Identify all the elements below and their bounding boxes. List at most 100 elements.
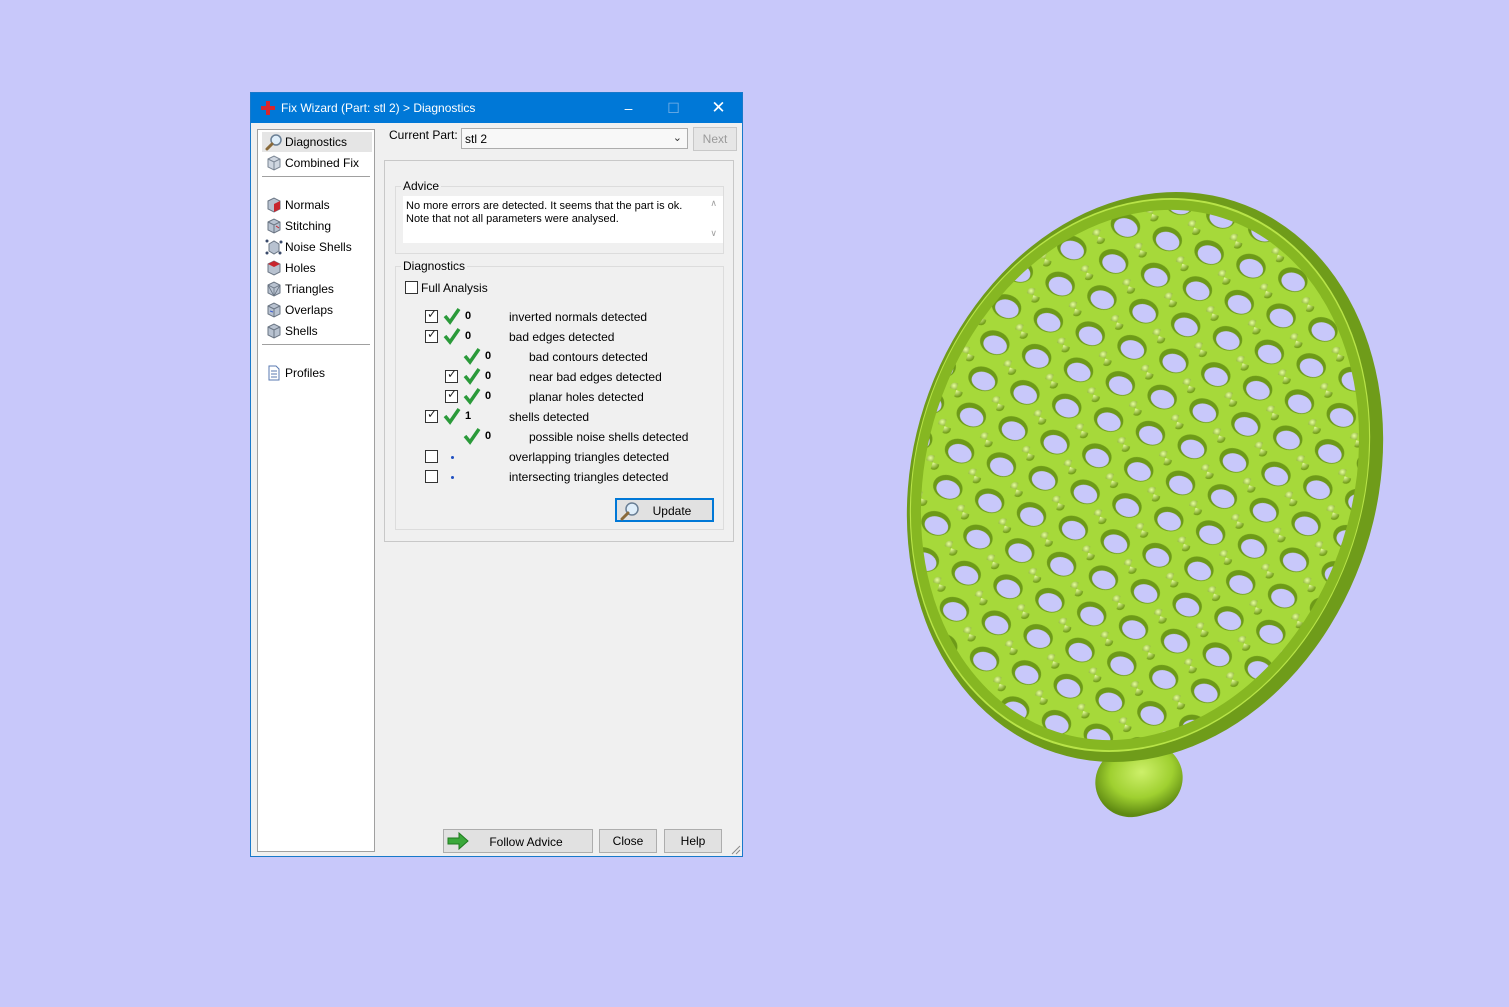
nav-label: Normals [285, 198, 330, 212]
nav-separator [262, 344, 370, 345]
resize-grip-icon[interactable] [731, 845, 741, 855]
current-part-value: stl 2 [465, 132, 488, 146]
overlapping-triangles-checkbox[interactable] [425, 450, 438, 463]
nav-item-diagnostics[interactable]: Diagnostics [262, 132, 372, 152]
green-check-icon [463, 428, 481, 445]
bad-contours-count: 0 [485, 350, 492, 362]
overlaps-cube-icon [267, 302, 281, 318]
next-button[interactable]: Next [693, 127, 737, 151]
fix-wizard-dialog: Fix Wizard (Part: stl 2) > Diagnostics –… [250, 92, 743, 857]
shells-cube-icon [267, 323, 281, 339]
nav-separator [262, 176, 370, 177]
current-part-label: Current Part: [389, 128, 458, 142]
triangles-cube-icon [267, 281, 281, 297]
nav-item-noise-shells[interactable]: Noise Shells [262, 237, 372, 257]
chevron-down-icon: ⌄ [672, 132, 682, 144]
advice-text-area: No more errors are detected. It seems th… [403, 196, 723, 243]
green-check-icon [463, 348, 481, 365]
nav-item-triangles[interactable]: Triangles [262, 279, 372, 299]
near-bad-edges-checkbox[interactable]: ✓ [445, 367, 458, 383]
green-check-icon [443, 328, 461, 345]
nav-item-stitching[interactable]: Stitching [262, 216, 372, 236]
nav-label: Combined Fix [285, 156, 360, 170]
nav-item-normals[interactable]: Normals [262, 195, 372, 215]
inverted-normals-checkbox[interactable]: ✓ [425, 307, 438, 323]
advice-text: No more errors are detected. It seems th… [406, 200, 683, 225]
nav-item-shells[interactable]: Shells [262, 321, 372, 341]
nav-item-holes[interactable]: Holes [262, 258, 372, 278]
diagnostics-group-title: Diagnostics [401, 259, 468, 273]
inverted-normals-label: inverted normals detected [509, 310, 648, 324]
stitching-cube-icon [267, 218, 281, 234]
noise-shells-icon [265, 239, 283, 255]
close-window-button[interactable]: ✕ [696, 93, 741, 123]
current-part-select[interactable]: stl 2 ⌄ [461, 128, 688, 149]
near-bad-edges-label: near bad edges detected [529, 370, 662, 384]
planar-holes-count: 0 [485, 390, 492, 402]
nav-label: Noise Shells [285, 240, 352, 254]
red-cross-icon [261, 101, 275, 115]
holes-cube-icon [267, 260, 281, 276]
follow-advice-button[interactable]: Follow Advice [443, 829, 593, 853]
close-button[interactable]: Close [599, 829, 657, 853]
planar-holes-label: planar holes detected [529, 390, 644, 404]
nav-label: Diagnostics [285, 135, 348, 149]
update-label: Update [652, 504, 692, 518]
advice-group-title: Advice [401, 179, 442, 193]
shells-count: 1 [465, 410, 472, 422]
full-analysis-label: Full Analysis [421, 281, 488, 295]
checkmark-glyph: ✓ [427, 407, 438, 421]
3d-viewport[interactable] [0, 0, 1509, 1007]
nav-label: Stitching [285, 219, 332, 233]
green-check-icon [463, 388, 481, 405]
green-check-icon [463, 368, 481, 385]
minimize-button[interactable]: – [606, 93, 651, 123]
nav-label: Triangles [285, 282, 334, 296]
window-title: Fix Wizard (Part: stl 2) > Diagnostics [281, 101, 476, 115]
intersecting-triangles-label: intersecting triangles detected [509, 470, 669, 484]
part-model-3d[interactable] [895, 185, 1395, 835]
title-bar[interactable]: Fix Wizard (Part: stl 2) > Diagnostics –… [251, 93, 742, 123]
nav-item-combined-fix[interactable]: Combined Fix [262, 153, 372, 173]
pending-dot-icon [451, 476, 454, 479]
near-bad-edges-count: 0 [485, 370, 492, 382]
pending-dot-icon [451, 456, 454, 459]
wizard-nav-panel: Diagnostics Combined Fix Normals Stitchi… [257, 129, 375, 852]
overlapping-triangles-label: overlapping triangles detected [509, 450, 670, 464]
planar-holes-checkbox[interactable]: ✓ [445, 387, 458, 403]
green-check-icon [443, 308, 461, 325]
scroll-up-icon[interactable]: ∧ [710, 198, 717, 209]
nav-item-overlaps[interactable]: Overlaps [262, 300, 372, 320]
intersecting-triangles-checkbox[interactable] [425, 470, 438, 483]
noise-shells-label: possible noise shells detected [529, 430, 689, 444]
shells-label: shells detected [509, 410, 590, 424]
nav-label: Overlaps [285, 303, 334, 317]
nav-item-profiles[interactable]: Profiles [262, 363, 372, 383]
nav-label: Holes [285, 261, 316, 275]
shells-checkbox[interactable]: ✓ [425, 407, 438, 423]
green-arrow-icon [447, 832, 469, 850]
checkmark-glyph: ✓ [447, 387, 458, 401]
checkmark-glyph: ✓ [427, 327, 438, 341]
inverted-normals-count: 0 [465, 310, 472, 322]
nav-label: Profiles [285, 366, 326, 380]
bad-contours-label: bad contours detected [529, 350, 648, 364]
nav-label: Shells [285, 324, 318, 338]
checkmark-glyph: ✓ [427, 307, 438, 321]
document-icon [268, 365, 280, 381]
green-check-icon [443, 408, 461, 425]
cube-icon [267, 155, 281, 171]
update-button[interactable]: Update [615, 498, 714, 522]
help-button[interactable]: Help [664, 829, 722, 853]
magnifier-icon [620, 502, 639, 521]
maximize-button[interactable]: ☐ [651, 93, 696, 123]
noise-shells-count: 0 [485, 430, 492, 442]
full-analysis-checkbox[interactable] [405, 281, 418, 294]
bad-edges-label: bad edges detected [509, 330, 615, 344]
magnifier-icon [265, 134, 282, 151]
normals-cube-icon [267, 197, 281, 213]
scroll-down-icon[interactable]: ∨ [710, 228, 717, 239]
follow-advice-label: Follow Advice [489, 835, 563, 849]
checkmark-glyph: ✓ [447, 367, 458, 381]
bad-edges-checkbox[interactable]: ✓ [425, 327, 438, 343]
